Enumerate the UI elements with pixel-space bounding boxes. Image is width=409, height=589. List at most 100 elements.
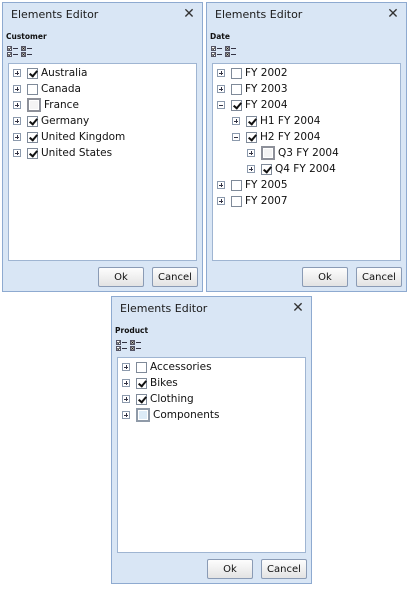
section-label: Date [210, 32, 230, 41]
tree-item-label: Clothing [150, 393, 194, 405]
tree-item-label: Components [153, 409, 220, 421]
close-icon[interactable]: ✕ [182, 6, 196, 22]
expand-icon[interactable] [13, 85, 21, 93]
dialog-title: Elements Editor [120, 302, 208, 315]
checkbox[interactable] [136, 361, 147, 373]
tree-item[interactable]: United Kingdom [13, 129, 125, 145]
elements-editor-date: Elements Editor ✕ Date FY 2002 FY 2003 F [206, 2, 407, 292]
expand-icon[interactable] [13, 69, 21, 77]
tree-item[interactable]: Accessories [122, 359, 212, 375]
tree-item[interactable]: Germany [13, 113, 89, 129]
tree-item[interactable]: FY 2002 [217, 65, 288, 81]
toolbar [116, 340, 141, 354]
close-icon[interactable]: ✕ [291, 300, 305, 316]
tree-item-label: Germany [41, 115, 90, 127]
tree-item[interactable]: Canada [13, 81, 81, 97]
expand-icon[interactable] [247, 165, 255, 173]
expand-icon[interactable] [122, 395, 130, 403]
tree-item-label: Accessories [150, 361, 212, 373]
expand-icon[interactable] [217, 85, 225, 93]
checkbox[interactable] [261, 146, 275, 160]
tree-item[interactable]: H2 FY 2004 [232, 129, 320, 145]
expand-icon[interactable] [232, 117, 240, 125]
tree-item-label: Q3 FY 2004 [278, 147, 339, 159]
expand-icon[interactable] [217, 181, 225, 189]
tree-item[interactable]: H1 FY 2004 [232, 113, 320, 129]
checkbox[interactable] [136, 408, 150, 422]
tree-item-label: Australia [41, 67, 88, 79]
tree-item[interactable]: Q3 FY 2004 [247, 145, 339, 161]
expand-icon[interactable] [247, 149, 255, 157]
expand-icon[interactable] [13, 117, 21, 125]
cancel-button[interactable]: Cancel [356, 267, 402, 287]
tree-item-label: France [44, 99, 79, 111]
expand-icon[interactable] [122, 379, 130, 387]
checkbox[interactable] [27, 83, 38, 95]
tree-item-label: FY 2007 [245, 195, 288, 207]
checkbox[interactable] [231, 67, 242, 79]
expand-icon[interactable] [13, 101, 21, 109]
expand-icon[interactable] [13, 133, 21, 141]
collapse-icon[interactable] [232, 133, 240, 141]
tree-item[interactable]: Components [122, 407, 219, 423]
dialog-title: Elements Editor [215, 8, 303, 21]
expand-icon[interactable] [122, 411, 130, 419]
expand-icon[interactable] [217, 69, 225, 77]
tree-panel[interactable]: Accessories Bikes Clothing Components [117, 357, 306, 553]
ok-button[interactable]: Ok [207, 559, 253, 579]
cancel-button[interactable]: Cancel [261, 559, 307, 579]
tree-item-label: H2 FY 2004 [260, 131, 321, 143]
tree-item-label: United States [41, 147, 113, 159]
checkbox[interactable] [27, 67, 38, 79]
tree-item[interactable]: Bikes [122, 375, 178, 391]
checkbox[interactable] [27, 115, 38, 127]
tree-item[interactable]: FY 2005 [217, 177, 288, 193]
tree-item[interactable]: France [13, 97, 79, 113]
checkbox[interactable] [27, 147, 38, 159]
tree-item-label: FY 2004 [245, 99, 288, 111]
uncheck-all-icon[interactable] [21, 46, 32, 57]
ok-button[interactable]: Ok [98, 267, 144, 287]
checkbox[interactable] [246, 115, 257, 127]
toolbar [7, 46, 32, 60]
checkbox[interactable] [246, 131, 257, 143]
tree-item[interactable]: Clothing [122, 391, 194, 407]
tree-item-label: Q4 FY 2004 [275, 163, 336, 175]
checkbox[interactable] [231, 83, 242, 95]
checkbox[interactable] [27, 98, 41, 112]
tree-item[interactable]: FY 2007 [217, 193, 288, 209]
checkbox[interactable] [27, 131, 38, 143]
check-all-icon[interactable] [211, 46, 222, 57]
checkbox[interactable] [261, 163, 272, 175]
dialog-title: Elements Editor [11, 8, 99, 21]
checkbox[interactable] [136, 377, 147, 389]
uncheck-all-icon[interactable] [130, 340, 141, 351]
tree-item-label: FY 2005 [245, 179, 288, 191]
expand-icon[interactable] [217, 197, 225, 205]
check-all-icon[interactable] [116, 340, 127, 351]
section-label: Product [115, 326, 149, 335]
tree-item[interactable]: FY 2003 [217, 81, 288, 97]
cancel-button[interactable]: Cancel [152, 267, 198, 287]
close-icon[interactable]: ✕ [386, 6, 400, 22]
section-label: Customer [6, 32, 47, 41]
tree-item[interactable]: Q4 FY 2004 [247, 161, 336, 177]
tree-item-label: Bikes [150, 377, 178, 389]
toolbar [211, 46, 236, 60]
uncheck-all-icon[interactable] [225, 46, 236, 57]
checkbox[interactable] [231, 179, 242, 191]
tree-item[interactable]: FY 2004 [217, 97, 288, 113]
checkbox[interactable] [231, 195, 242, 207]
check-all-icon[interactable] [7, 46, 18, 57]
tree-panel[interactable]: Australia Canada France Germany United K… [8, 63, 197, 261]
expand-icon[interactable] [122, 363, 130, 371]
tree-item-label: United Kingdom [41, 131, 126, 143]
checkbox[interactable] [231, 99, 242, 111]
ok-button[interactable]: Ok [302, 267, 348, 287]
checkbox[interactable] [136, 393, 147, 405]
tree-item[interactable]: United States [13, 145, 112, 161]
collapse-icon[interactable] [217, 101, 225, 109]
tree-item[interactable]: Australia [13, 65, 87, 81]
tree-panel[interactable]: FY 2002 FY 2003 FY 2004 H1 FY 2004 H2 FY… [212, 63, 401, 261]
expand-icon[interactable] [13, 149, 21, 157]
